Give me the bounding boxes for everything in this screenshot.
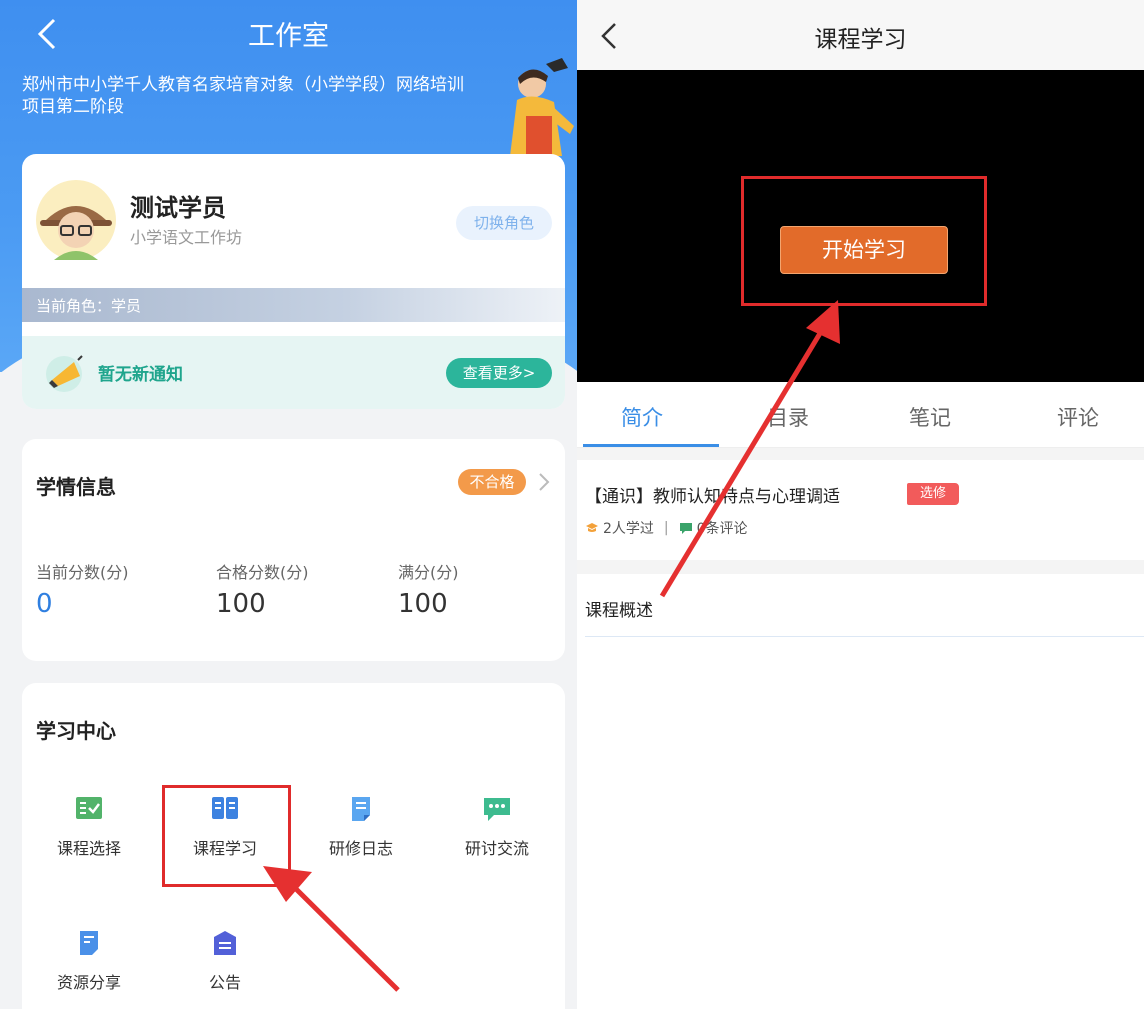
grid-item-announcement[interactable]: 公告 [170, 929, 280, 1009]
comment-icon [679, 523, 692, 534]
current-score-label: 当前分数(分) [36, 563, 129, 582]
user-workshop: 小学语文工作坊 [130, 228, 243, 247]
grid-label-discussion: 研讨交流 [464, 839, 529, 858]
comment-count: 0条评论 [696, 521, 748, 537]
tab-bar: 简介 目录 笔记 评论 [577, 382, 1144, 448]
meta-separator: | [663, 520, 669, 536]
notice-box-icon [214, 931, 236, 955]
full-score-label: 满分(分) [398, 563, 459, 582]
highlight-box-course-study [162, 785, 291, 887]
section-divider [577, 560, 1144, 574]
view-more-button[interactable]: 查看更多> [446, 358, 552, 388]
full-score-value: 100 [398, 589, 448, 619]
grid-label-journal: 研修日志 [328, 839, 393, 858]
page-title: 课程学习 [814, 27, 907, 53]
current-role-bar: 当前角色：学员 [22, 288, 565, 322]
learning-center-card: 学习中心 课程选择 课程学习 研修日志 研讨交流 资源分享 公告 [22, 683, 565, 1009]
course-study-screen: 课程学习 开始学习 简介 目录 笔记 评论 【通识】教师认知特点与心理调适 选修… [577, 0, 1144, 1009]
pass-score-value: 100 [216, 589, 266, 619]
megaphone-icon [46, 355, 83, 392]
resource-icon [80, 931, 98, 955]
switch-role-button[interactable]: 切换角色 [456, 206, 552, 240]
grid-label-announcement: 公告 [208, 973, 241, 992]
study-info-card[interactable]: 学情信息 不合格 当前分数(分) 0 合格分数(分) 100 满分(分) 100 [22, 439, 565, 661]
grid-item-journal[interactable]: 研修日志 [306, 795, 416, 875]
user-avatar [36, 180, 116, 260]
student-mascot-illustration [510, 58, 574, 156]
notice-text: 暂无新通知 [98, 365, 183, 385]
page-title: 工作室 [248, 21, 329, 52]
journal-icon [352, 797, 370, 821]
current-score-value: 0 [36, 589, 53, 619]
grid-item-discussion[interactable]: 研讨交流 [442, 795, 552, 875]
video-player[interactable]: 开始学习 [577, 70, 1144, 382]
tab-comments[interactable]: 评论 [1057, 402, 1099, 432]
grid-item-course-select[interactable]: 课程选择 [34, 795, 144, 875]
learner-count: 2人学过 [603, 521, 654, 537]
project-name: 郑州市中小学千人教育名家培育对象（小学学段）网络培训项目第二阶段 [22, 75, 464, 117]
grid-label-resource: 资源分享 [56, 973, 121, 992]
profile-card: 测试学员 小学语文工作坊 切换角色 当前角色：学员 暂无新通知 查看更多> [22, 154, 565, 409]
start-learning-button[interactable]: 开始学习 [780, 226, 948, 274]
course-select-icon [76, 797, 102, 819]
course-meta: 2人学过 | 0条评论 [585, 518, 748, 538]
elective-tag: 选修 [907, 483, 959, 505]
graduation-cap-icon [586, 523, 598, 532]
course-overview-label: 课程概述 [585, 601, 653, 621]
section-divider [577, 448, 1144, 460]
active-tab-indicator [583, 444, 719, 447]
tab-catalog[interactable]: 目录 [767, 402, 809, 432]
status-badge: 不合格 [458, 469, 526, 495]
study-info-title: 学情信息 [36, 475, 116, 499]
learning-center-title: 学习中心 [36, 719, 116, 743]
workroom-screen: 工作室 郑州市中小学千人教育名家培育对象（小学学段）网络培训项目第二阶段 测试学… [0, 0, 577, 1009]
current-role-text: 当前角色：学员 [36, 297, 142, 315]
grid-item-resource[interactable]: 资源分享 [34, 929, 144, 1009]
chevron-right-icon[interactable] [534, 469, 554, 495]
user-name: 测试学员 [130, 194, 226, 222]
chat-icon [484, 798, 510, 821]
overview-divider [585, 636, 1144, 637]
course-title: 【通识】教师认知特点与心理调适 [585, 487, 840, 507]
top-bar: 课程学习 [577, 0, 1144, 70]
tab-intro[interactable]: 简介 [621, 402, 663, 432]
grid-label-course-select: 课程选择 [56, 839, 121, 858]
pass-score-label: 合格分数(分) [216, 563, 309, 582]
notice-bar: 暂无新通知 查看更多> [22, 336, 565, 409]
tab-notes[interactable]: 笔记 [909, 402, 951, 432]
